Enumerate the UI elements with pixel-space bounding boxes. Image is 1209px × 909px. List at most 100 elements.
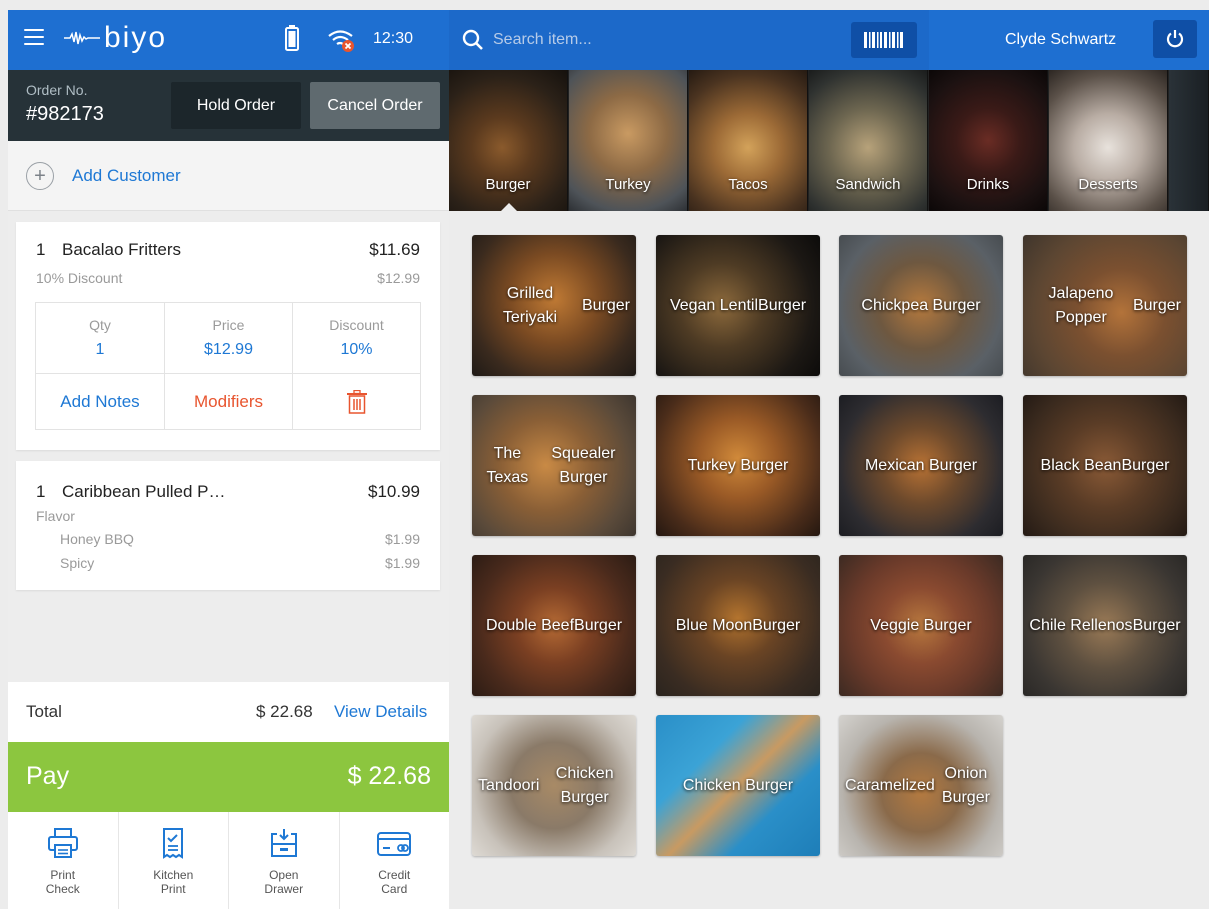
user-name: Clyde Schwartz — [1005, 31, 1117, 48]
product-name: Chickpea Burger — [861, 296, 981, 314]
modifier-price: $1.99 — [384, 531, 420, 547]
category-label: Sandwich — [835, 176, 901, 193]
delete-item-button[interactable] — [293, 374, 420, 429]
product-name: Caramelized Onion Burger — [845, 764, 990, 806]
logout-button[interactable] — [1153, 20, 1197, 58]
credit-card-icon — [377, 832, 412, 856]
product-tile[interactable]: Mexican Burger — [839, 395, 1003, 536]
category-label: Turkey — [605, 176, 651, 193]
product-tile[interactable]: Blue Moon Burger — [656, 555, 820, 696]
product-tile[interactable]: Turkey Burger — [656, 395, 820, 536]
modifier-group-row: Flavor — [36, 508, 420, 524]
add-notes-label: Add Notes — [60, 391, 140, 411]
modifiers-button[interactable]: Modifiers — [165, 374, 293, 429]
open-drawer-button[interactable]: Open Drawer — [229, 812, 340, 909]
soundwave-icon — [64, 31, 100, 45]
product-tile[interactable]: Chile Rellenos Burger — [1023, 555, 1187, 696]
product-name: Vegan Lentil Burger — [669, 296, 807, 314]
qty-label: Qty — [89, 317, 111, 333]
modifier-group-label: Flavor — [36, 508, 75, 524]
category-more[interactable] — [1169, 70, 1209, 211]
trash-icon — [346, 389, 367, 414]
total-label: Total — [26, 702, 62, 721]
order-item-expanded[interactable]: 1 Bacalao Fritters $11.69 10% Discount $1… — [16, 222, 440, 450]
category-tacos[interactable]: Tacos — [689, 70, 808, 211]
action-label: Credit Card — [378, 868, 411, 896]
item-qty: 1 — [36, 482, 46, 501]
product-tile[interactable]: Double Beef Burger — [472, 555, 636, 696]
cancel-order-button[interactable]: Cancel Order — [310, 82, 440, 129]
category-burger[interactable]: Burger — [449, 70, 568, 211]
category-desserts[interactable]: Desserts — [1049, 70, 1168, 211]
print-check-button[interactable]: Print Check — [8, 812, 119, 909]
modifier-price: $1.99 — [384, 555, 420, 571]
item-qty: 1 — [36, 240, 46, 259]
product-tile[interactable]: Vegan Lentil Burger — [656, 235, 820, 376]
hold-order-button[interactable]: Hold Order — [171, 82, 301, 129]
credit-card-button[interactable]: Credit Card — [340, 812, 450, 909]
view-details-link[interactable]: View Details — [334, 702, 427, 722]
product-tile[interactable]: Veggie Burger — [839, 555, 1003, 696]
search-icon — [462, 29, 483, 50]
right-app-bar: Clyde Schwartz — [449, 10, 1209, 70]
product-tile[interactable]: Chickpea Burger — [839, 235, 1003, 376]
modifiers-label: Modifiers — [194, 391, 263, 411]
add-customer-label: Add Customer — [72, 165, 181, 185]
product-name: Mexican Burger — [864, 456, 978, 474]
kitchen-print-button[interactable]: Kitchen Print — [119, 812, 229, 909]
product-tile[interactable]: The Texas Squealer Burger — [472, 395, 636, 536]
item-name: Caribbean Pulled P… — [62, 482, 226, 501]
pay-amount: $ 22.68 — [347, 762, 431, 790]
category-label: Tacos — [728, 176, 768, 193]
item-total: $11.69 — [369, 240, 420, 259]
product-tile[interactable]: Caramelized Onion Burger — [839, 715, 1003, 856]
category-turkey[interactable]: Turkey — [569, 70, 688, 211]
modifier-row: Honey BBQ $1.99 — [60, 531, 420, 547]
power-icon — [1166, 30, 1184, 48]
search-input[interactable] — [493, 26, 833, 54]
item-detail-grid: Qty 1 Price $12.99 Discount 10% Add Note… — [35, 302, 421, 430]
add-notes-button[interactable]: Add Notes — [36, 374, 165, 429]
barcode-icon — [864, 32, 903, 48]
modifier-name: Honey BBQ — [60, 531, 134, 547]
category-label: Burger — [485, 176, 531, 193]
product-tile[interactable]: Tandoori Chicken Burger — [472, 715, 636, 856]
order-item-header: 1 Caribbean Pulled P… $10.99 — [36, 482, 420, 502]
product-name: Tandoori Chicken Burger — [478, 764, 614, 806]
plus-circle-icon: + — [26, 161, 54, 190]
product-tile[interactable]: Jalapeno Popper Burger — [1023, 235, 1187, 376]
pay-button[interactable]: Pay $ 22.68 — [8, 742, 449, 812]
product-tile[interactable]: Chicken Burger — [656, 715, 820, 856]
menu-icon[interactable] — [24, 29, 44, 47]
price-value: $12.99 — [204, 341, 253, 358]
product-name: Grilled Teriyaki Burger — [502, 284, 630, 326]
order-item[interactable]: 1 Caribbean Pulled P… $10.99 Flavor Honey… — [16, 461, 440, 590]
product-tile[interactable]: Grilled Teriyaki Burger — [472, 235, 636, 376]
qty-cell[interactable]: Qty 1 — [36, 303, 165, 374]
price-cell[interactable]: Price $12.99 — [165, 303, 293, 374]
order-number: #982173 — [26, 103, 104, 125]
clock: 12:30 — [373, 30, 414, 47]
brand-name: biyo — [104, 21, 168, 54]
add-customer-button[interactable]: + Add Customer — [8, 141, 449, 211]
pay-label: Pay — [26, 762, 70, 790]
category-label: Drinks — [966, 176, 1010, 193]
category-sandwich[interactable]: Sandwich — [809, 70, 928, 211]
total-bar: Total $ 22.68 View Details — [8, 682, 449, 742]
order-panel: biyo 12:30 Order No. #982173 Hold Order … — [8, 10, 449, 909]
product-tile[interactable]: Black Bean Burger — [1023, 395, 1187, 536]
search-bar — [449, 10, 929, 70]
action-bar: Print Check Kitchen Print Open Drawer Cr… — [8, 812, 449, 909]
printer-icon — [47, 828, 78, 858]
barcode-scan-button[interactable] — [851, 22, 917, 58]
product-name: Jalapeno Popper Burger — [1048, 284, 1182, 326]
category-drinks[interactable]: Drinks — [929, 70, 1048, 211]
total-value: $ 22.68 — [256, 702, 313, 721]
drawer-icon — [270, 829, 297, 857]
modifier-row: Spicy $1.99 — [60, 555, 420, 571]
product-name: Chicken Burger — [682, 776, 794, 794]
category-label: Desserts — [1078, 176, 1138, 193]
discount-cell[interactable]: Discount 10% — [293, 303, 420, 374]
product-name: Turkey Burger — [687, 456, 789, 474]
order-header: Order No. #982173 Hold Order Cancel Orde… — [8, 70, 449, 141]
